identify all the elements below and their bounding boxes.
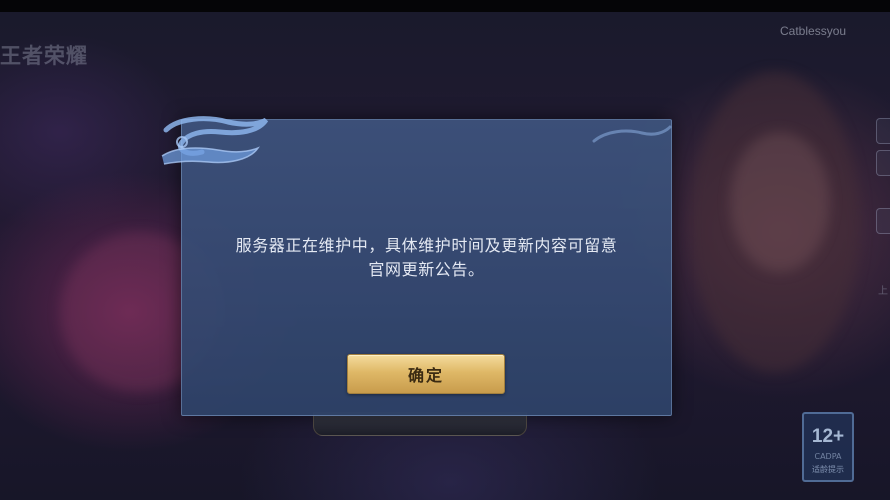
dialog-message-line: 官网更新公告。 <box>368 260 485 279</box>
cloud-ornament-icon <box>161 116 268 165</box>
side-label: 上 <box>878 286 888 297</box>
side-tab-button[interactable] <box>876 208 890 234</box>
side-tab-button[interactable] <box>876 150 890 176</box>
game-logo: 王者荣耀 <box>0 43 88 68</box>
top-status-bar <box>0 0 890 12</box>
cloud-ornament-icon <box>592 125 672 143</box>
age-rating-subtitle: CADPA <box>814 452 842 461</box>
age-rating-badge: 12+ CADPA 适龄提示 <box>802 412 854 482</box>
age-rating-label: 适龄提示 <box>812 465 844 474</box>
confirm-button[interactable]: 确定 <box>347 354 505 394</box>
dialog-message-line: 服务器正在维护中，具体维护时间及更新内容可留意 <box>235 236 618 255</box>
hero-face-glow <box>730 132 830 272</box>
age-rating-number: 12+ <box>811 426 845 447</box>
player-name: Catblessyou <box>780 24 847 38</box>
side-tab-button[interactable] <box>876 118 890 144</box>
